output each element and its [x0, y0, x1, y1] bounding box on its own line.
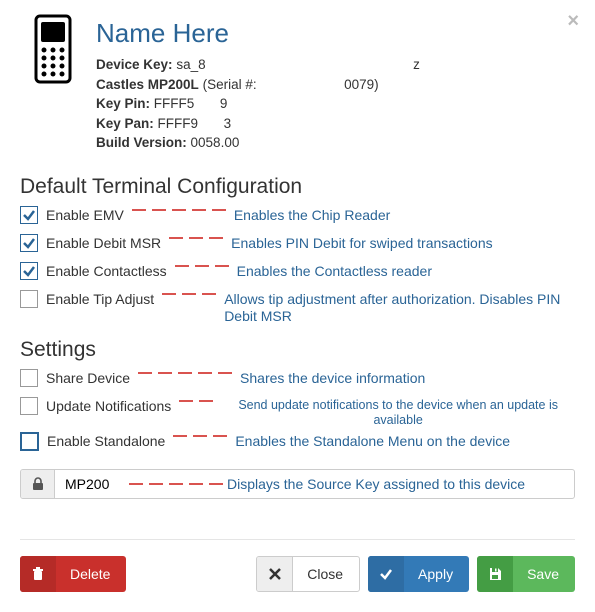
- close-label: Close: [303, 566, 359, 582]
- check-icon: [368, 556, 404, 592]
- key-pan-v1: FFFF9: [158, 116, 199, 131]
- annotation-dash: [138, 368, 232, 374]
- label-enable-standalone: Enable Standalone: [47, 431, 165, 449]
- label-enable-debit-msr: Enable Debit MSR: [46, 233, 161, 251]
- annotation-dash: [162, 289, 216, 295]
- save-label: Save: [523, 566, 575, 582]
- device-key-tail: z: [413, 57, 420, 72]
- page-title: Name Here: [96, 18, 575, 49]
- label-share-device: Share Device: [46, 368, 130, 386]
- source-key-field: Displays the Source Key assigned to this…: [20, 469, 575, 499]
- apply-label: Apply: [414, 566, 469, 582]
- section-terminal-config: Default Terminal Configuration: [20, 175, 575, 199]
- key-pin-v1: FFFF5: [154, 96, 195, 111]
- device-modal: × Name Here Device Key: sa_8: [0, 0, 595, 612]
- device-icon: [28, 14, 78, 87]
- apply-button[interactable]: Apply: [368, 556, 469, 592]
- checkbox-enable-standalone[interactable]: [20, 432, 39, 451]
- key-pin-label: Key Pin:: [96, 96, 150, 111]
- checkbox-share-device[interactable]: [20, 369, 38, 387]
- desc-enable-debit-msr: Enables PIN Debit for swiped transaction…: [231, 233, 575, 253]
- annotation-dash: [173, 431, 227, 437]
- serial-value: 0079): [344, 77, 379, 92]
- modal-header: Name Here Device Key: sa_8 z Castles MP2…: [20, 14, 575, 153]
- build-value: 0058.00: [191, 135, 240, 150]
- source-key-input[interactable]: [55, 470, 125, 498]
- desc-update-notifications: Send update notifications to the device …: [221, 396, 575, 429]
- model-label: Castles MP200L: [96, 77, 199, 92]
- desc-source-key: Displays the Source Key assigned to this…: [227, 470, 574, 498]
- label-update-notifications: Update Notifications: [46, 396, 171, 414]
- desc-share-device: Shares the device information: [240, 368, 575, 388]
- desc-enable-emv: Enables the Chip Reader: [234, 205, 575, 225]
- checkbox-enable-contactless[interactable]: [20, 262, 38, 280]
- lock-icon: [21, 470, 55, 498]
- delete-button[interactable]: Delete: [20, 556, 126, 592]
- x-icon: [257, 556, 293, 592]
- save-button[interactable]: Save: [477, 556, 575, 592]
- desc-enable-tip-adjust: Allows tip adjustment after authorizatio…: [224, 289, 575, 326]
- label-enable-contactless: Enable Contactless: [46, 261, 167, 279]
- annotation-dash: [179, 396, 213, 402]
- save-icon: [477, 556, 513, 592]
- close-icon[interactable]: ×: [567, 10, 579, 33]
- close-button[interactable]: Close: [256, 556, 360, 592]
- checkbox-enable-debit-msr[interactable]: [20, 234, 38, 252]
- section-settings: Settings: [20, 338, 575, 362]
- serial-label: (Serial #:: [203, 77, 257, 92]
- trash-icon: [20, 556, 56, 592]
- device-key-value: sa_8: [176, 57, 205, 72]
- annotation-dash: [175, 261, 229, 267]
- checkbox-enable-emv[interactable]: [20, 206, 38, 224]
- annotation-dash: [132, 205, 226, 211]
- desc-enable-contactless: Enables the Contactless reader: [237, 261, 575, 281]
- annotation-dash: [125, 470, 227, 498]
- label-enable-tip-adjust: Enable Tip Adjust: [46, 289, 154, 307]
- checkbox-update-notifications[interactable]: [20, 397, 38, 415]
- annotation-dash: [169, 233, 223, 239]
- build-label: Build Version:: [96, 135, 187, 150]
- device-key-label: Device Key:: [96, 57, 173, 72]
- delete-label: Delete: [66, 566, 126, 582]
- checkbox-enable-tip-adjust[interactable]: [20, 290, 38, 308]
- key-pan-label: Key Pan:: [96, 116, 154, 131]
- device-meta: Device Key: sa_8 z Castles MP200L (Seria…: [96, 55, 575, 153]
- desc-enable-standalone: Enables the Standalone Menu on the devic…: [235, 431, 575, 451]
- modal-footer: Delete Close Apply Save: [20, 539, 575, 592]
- key-pin-v2: 9: [220, 96, 228, 111]
- label-enable-emv: Enable EMV: [46, 205, 124, 223]
- key-pan-v2: 3: [224, 116, 232, 131]
